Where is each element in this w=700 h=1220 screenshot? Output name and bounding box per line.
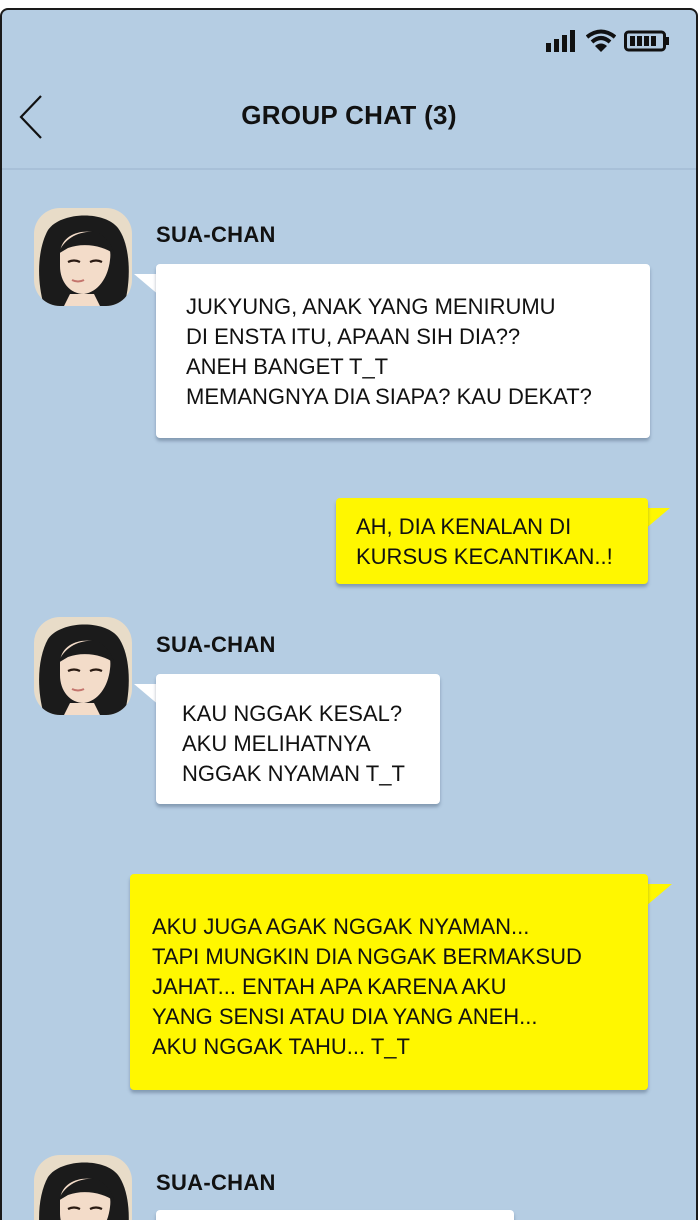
avatar-sua-chan[interactable] bbox=[34, 208, 132, 306]
sender-name: SUA-CHAN bbox=[156, 222, 276, 247]
chat-header: GROUP CHAT (3) bbox=[2, 70, 696, 170]
chat-screen: GROUP CHAT (3) SUA-CHAN JUKYUNG, ANAK YA… bbox=[0, 8, 698, 1220]
message-bubble-outgoing: AH, DIA KENALAN DI KURSUS KECANTIKAN..! bbox=[336, 498, 648, 584]
message-bubble-incoming: KAU NGGAK KESAL? AKU MELIHATNYA NGGAK NY… bbox=[156, 674, 440, 804]
message-bubble-incoming: JUKYUNG, ANAK YANG MENIRUMU DI ENSTA ITU… bbox=[156, 264, 650, 438]
signal-icon bbox=[546, 30, 575, 52]
sender-name: SUA-CHAN bbox=[156, 632, 276, 657]
message-bubble-incoming bbox=[156, 1210, 514, 1220]
bubble-tail bbox=[646, 884, 672, 906]
status-bar bbox=[546, 28, 670, 54]
battery-icon bbox=[624, 30, 669, 52]
avatar-sua-chan[interactable] bbox=[34, 617, 132, 715]
avatar-sua-chan[interactable] bbox=[34, 1155, 132, 1220]
sender-name: SUA-CHAN bbox=[156, 1170, 276, 1195]
chat-title: GROUP CHAT (3) bbox=[241, 100, 457, 130]
wifi-icon bbox=[586, 29, 616, 52]
message-bubble-outgoing: AKU JUGA AGAK NGGAK NYAMAN... TAPI MUNGK… bbox=[130, 874, 648, 1090]
